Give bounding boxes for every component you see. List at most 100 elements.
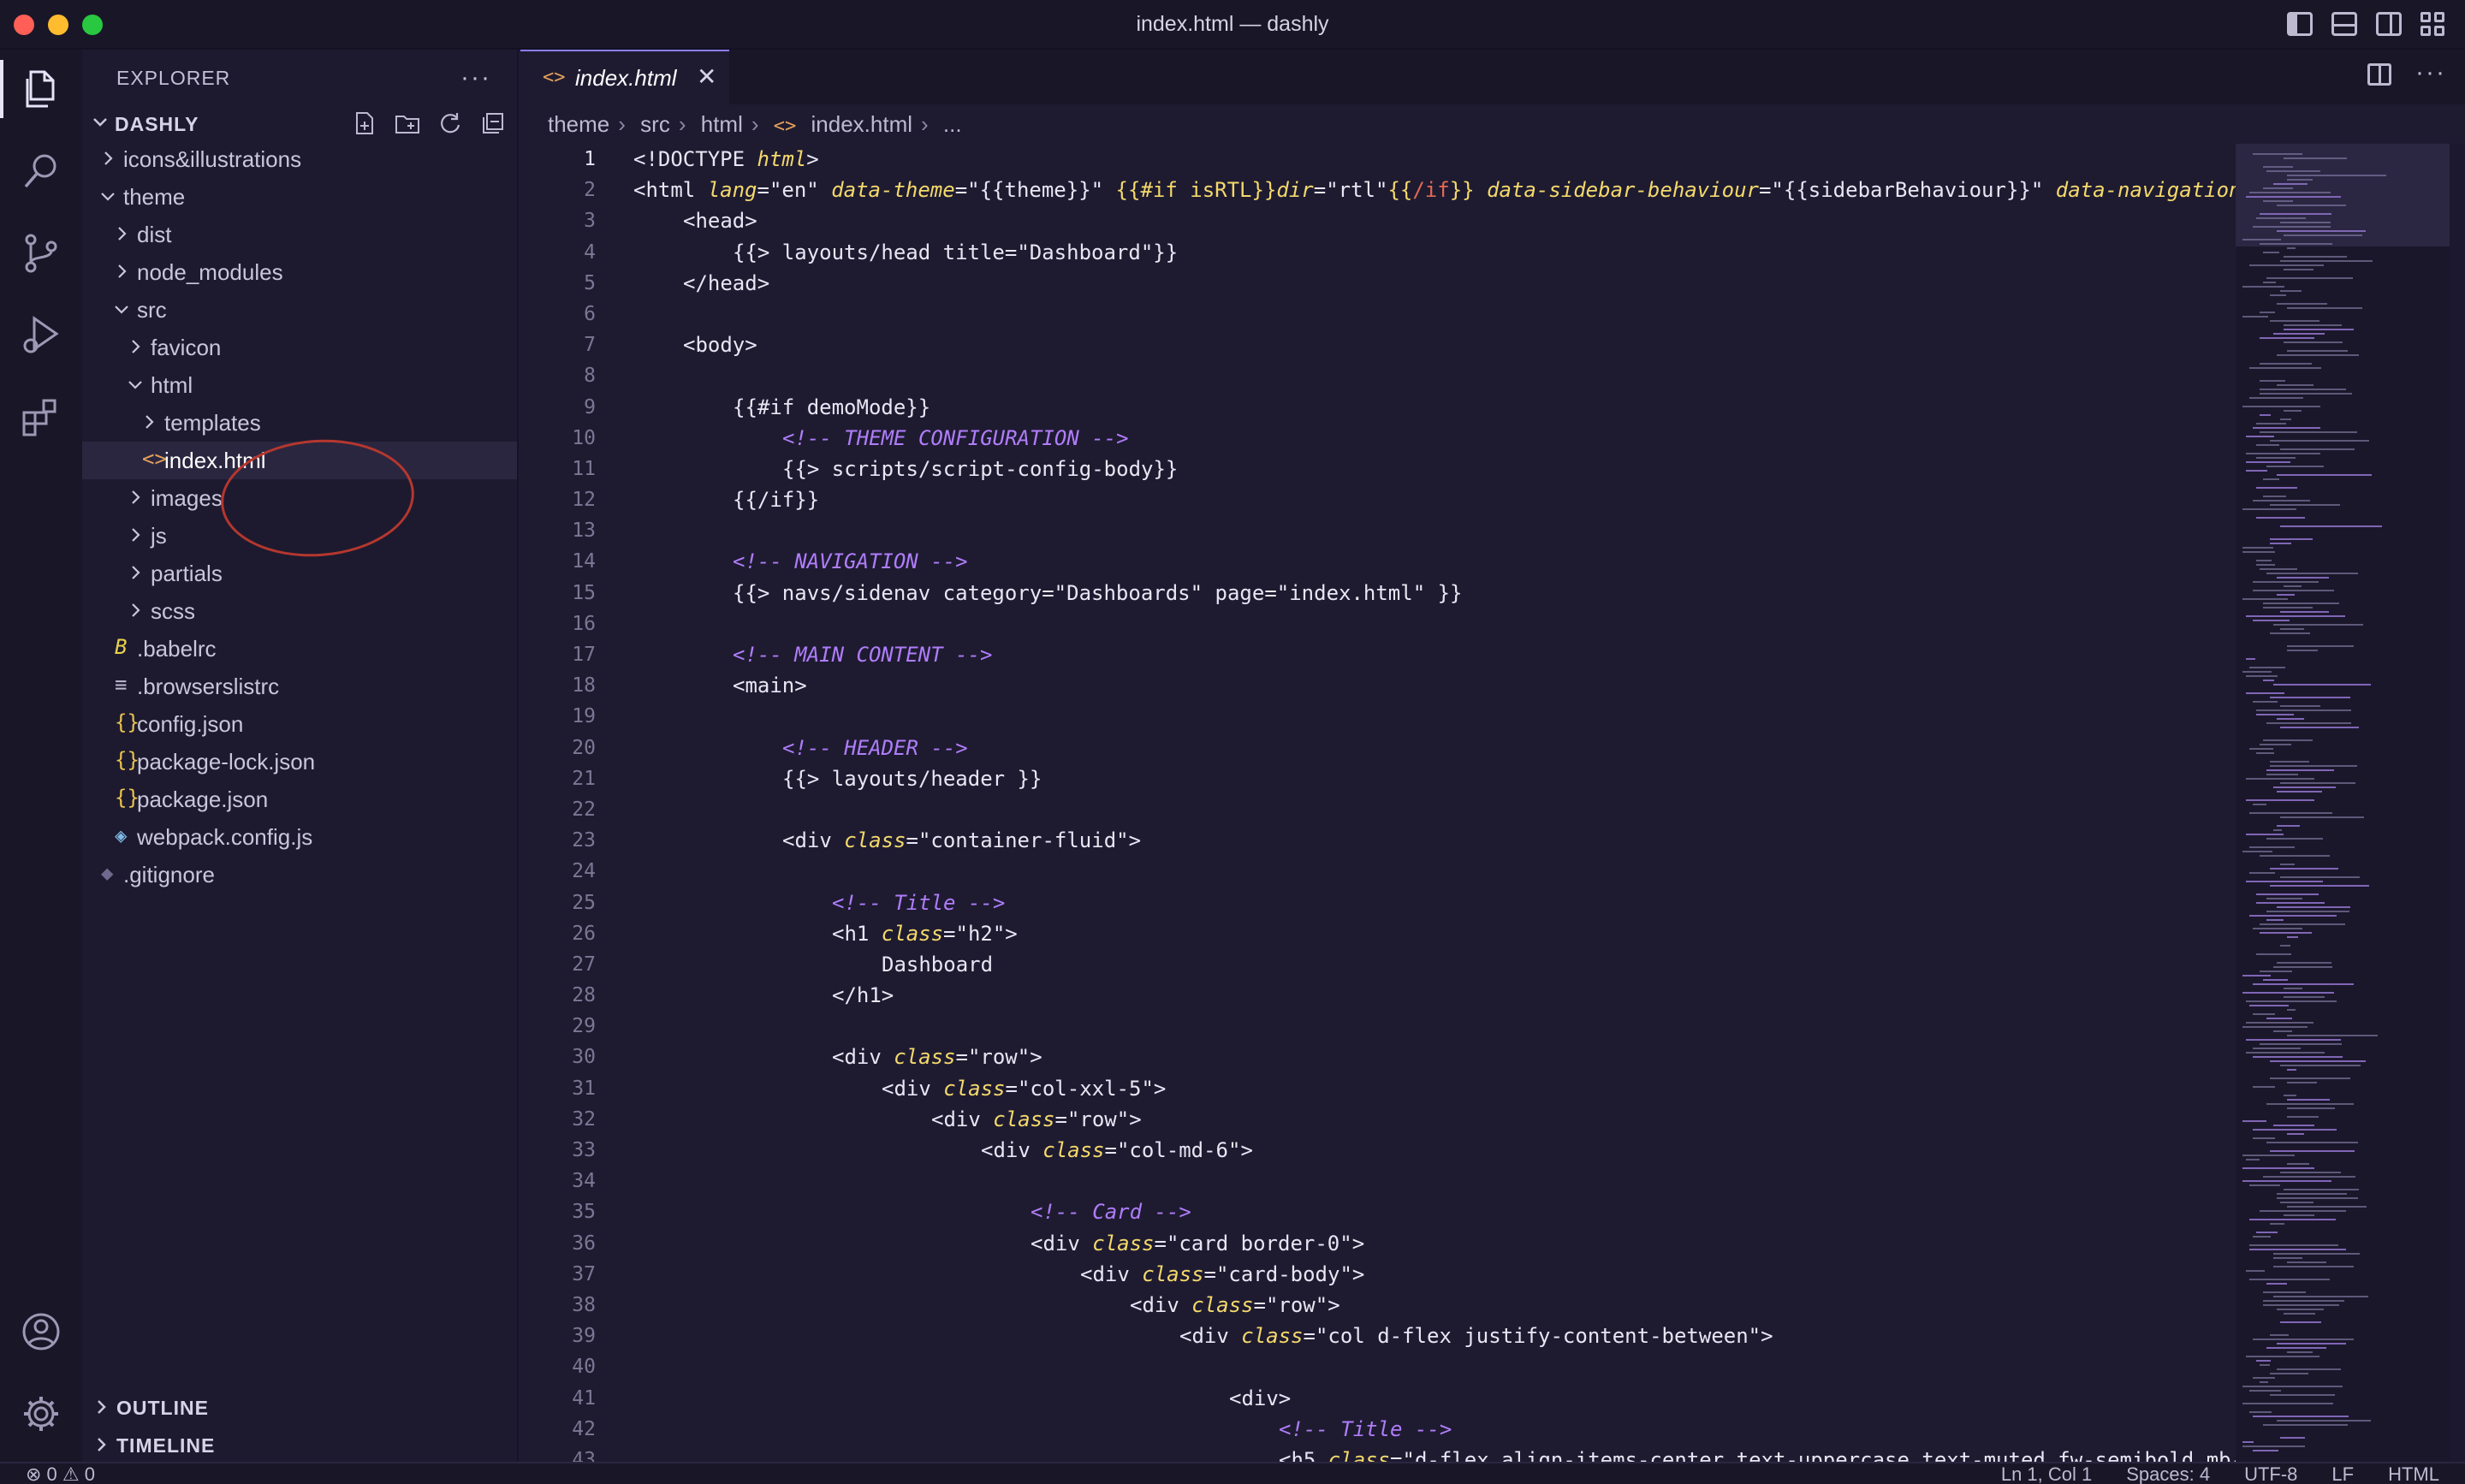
tree-file-item[interactable]: ◆ .gitignore — [82, 856, 517, 893]
code-line[interactable]: <h1 class="h2"> — [633, 918, 2236, 949]
code-line[interactable]: <div class="col-xxl-5"> — [633, 1073, 2236, 1104]
code-line[interactable]: <!-- THEME CONFIGURATION --> — [633, 423, 2236, 454]
tree-folder-item[interactable]: node_modules — [82, 253, 517, 291]
code-line[interactable] — [633, 794, 2236, 825]
code-line[interactable]: {{> layouts/head title="Dashboard"}} — [633, 237, 2236, 268]
tree-file-item[interactable]: {} config.json — [82, 705, 517, 743]
outline-section-header[interactable]: OUTLINE — [82, 1390, 517, 1424]
code-line[interactable]: <!-- NAVIGATION --> — [633, 546, 2236, 577]
code-line[interactable] — [633, 856, 2236, 887]
accounts-icon[interactable] — [19, 1309, 63, 1354]
tree-folder-item[interactable]: icons&illustrations — [82, 140, 517, 178]
tree-folder-item[interactable]: favicon — [82, 329, 517, 366]
workspace-section-header[interactable]: DASHLY — [82, 106, 517, 140]
breadcrumb-theme[interactable]: theme — [548, 111, 609, 137]
code-line[interactable]: {{> navs/sidenav category="Dashboards" p… — [633, 578, 2236, 608]
minimap-slider[interactable] — [2236, 144, 2450, 246]
new-file-icon[interactable] — [351, 110, 378, 137]
cursor-position[interactable]: Ln 1, Col 1 — [2001, 1463, 2092, 1484]
code-line[interactable]: <!-- Title --> — [633, 1414, 2236, 1445]
timeline-section-header[interactable]: TIMELINE — [82, 1428, 517, 1462]
code-line[interactable]: <div class="container-fluid"> — [633, 825, 2236, 856]
code-line[interactable]: <head> — [633, 205, 2236, 236]
explorer-more-actions-button[interactable]: ··· — [460, 63, 491, 92]
toggle-primary-sidebar-icon[interactable] — [2287, 12, 2313, 36]
code-lines[interactable]: <!DOCTYPE html> <html lang="en" data-them… — [633, 144, 2236, 1462]
end-of-line[interactable]: LF — [2331, 1463, 2354, 1484]
code-line[interactable] — [633, 1011, 2236, 1042]
search-icon[interactable] — [19, 149, 63, 193]
code-line[interactable]: <div class="row"> — [633, 1290, 2236, 1321]
tree-folder-item[interactable]: dist — [82, 216, 517, 253]
tree-folder-item[interactable]: html — [82, 366, 517, 404]
tree-file-item[interactable]: ◈ webpack.config.js — [82, 818, 517, 856]
breadcrumb-html[interactable]: html — [701, 111, 743, 137]
language-mode[interactable]: HTML — [2388, 1463, 2439, 1484]
tree-folder-item[interactable]: templates — [82, 404, 517, 442]
code-line[interactable]: <!DOCTYPE html> — [633, 144, 2236, 175]
minimap[interactable] — [2236, 144, 2450, 1462]
indentation-setting[interactable]: Spaces: 4 — [2126, 1463, 2210, 1484]
code-line[interactable] — [633, 1351, 2236, 1382]
code-line[interactable]: {{#if demoMode}} — [633, 392, 2236, 423]
new-folder-icon[interactable] — [394, 110, 421, 137]
code-line[interactable]: <div class="col d-flex justify-content-b… — [633, 1321, 2236, 1351]
code-line[interactable] — [633, 515, 2236, 546]
breadcrumb-file[interactable]: index.html — [811, 111, 913, 137]
breadcrumb-symbols[interactable]: ... — [943, 111, 962, 137]
run-debug-icon[interactable] — [19, 313, 63, 358]
split-editor-icon[interactable] — [2367, 63, 2391, 86]
manage-gear-icon[interactable] — [19, 1392, 63, 1436]
code-line[interactable] — [633, 608, 2236, 639]
tree-folder-item[interactable]: scss — [82, 592, 517, 630]
code-line[interactable]: <!-- MAIN CONTENT --> — [633, 639, 2236, 670]
code-line[interactable]: <h5 class="d-flex align-items-center tex… — [633, 1445, 2236, 1462]
vertical-scrollbar[interactable] — [2450, 144, 2465, 1462]
tree-file-item[interactable]: ≡ .browserslistrc — [82, 668, 517, 705]
collapse-folders-icon[interactable] — [479, 110, 507, 137]
line-number: 9 — [584, 395, 596, 418]
code-line[interactable]: <html lang="en" data-theme="{{theme}}" {… — [633, 175, 2236, 205]
tree-folder-item[interactable]: src — [82, 291, 517, 329]
code-line[interactable]: <!-- HEADER --> — [633, 733, 2236, 763]
code-line[interactable]: <div class="col-md-6"> — [633, 1135, 2236, 1166]
code-line[interactable] — [633, 360, 2236, 391]
code-line[interactable]: </head> — [633, 268, 2236, 299]
code-line[interactable]: </h1> — [633, 980, 2236, 1011]
tree-file-item[interactable]: {} package.json — [82, 781, 517, 818]
tree-folder-item[interactable]: partials — [82, 555, 517, 592]
code-line[interactable]: <main> — [633, 670, 2236, 701]
code-line[interactable]: Dashboard — [633, 949, 2236, 980]
code-line[interactable]: <body> — [633, 329, 2236, 360]
explorer-icon[interactable] — [0, 60, 63, 118]
code-line[interactable]: <div class="card-body"> — [633, 1259, 2236, 1290]
tree-folder-item[interactable]: theme — [82, 178, 517, 216]
close-tab-icon[interactable]: ✕ — [697, 62, 716, 91]
editor-more-actions-button[interactable]: ··· — [2415, 58, 2446, 87]
toggle-secondary-sidebar-icon[interactable] — [2376, 12, 2402, 36]
code-line[interactable]: {{/if}} — [633, 484, 2236, 515]
code-line[interactable]: <!-- Title --> — [633, 887, 2236, 918]
code-line[interactable]: <div class="row"> — [633, 1104, 2236, 1135]
source-control-icon[interactable] — [19, 231, 63, 276]
code-line[interactable] — [633, 299, 2236, 329]
code-line[interactable]: <div class="card border-0"> — [633, 1228, 2236, 1259]
breadcrumb-src[interactable]: src — [640, 111, 670, 137]
customize-layout-icon[interactable] — [2420, 12, 2446, 36]
extensions-icon[interactable] — [19, 395, 63, 440]
problems-indicator[interactable]: ⊗ 0 ⚠ 0 — [26, 1463, 95, 1484]
toggle-panel-icon[interactable] — [2331, 12, 2357, 36]
code-line[interactable] — [633, 1166, 2236, 1196]
code-line[interactable] — [633, 701, 2236, 732]
code-line[interactable]: {{> scripts/script-config-body}} — [633, 454, 2236, 484]
tab-index-html[interactable]: <> index.html ✕ — [520, 50, 729, 104]
file-encoding[interactable]: UTF-8 — [2244, 1463, 2297, 1484]
code-line[interactable]: <!-- Card --> — [633, 1196, 2236, 1227]
code-editor[interactable]: 1 2 3 4 5 6 7 8 9 10 11 12 13 14 15 16 17 18 19 20 21 22 23 24 2… — [520, 144, 2236, 1462]
refresh-explorer-icon[interactable] — [437, 110, 464, 137]
code-line[interactable]: {{> layouts/header }} — [633, 763, 2236, 794]
code-line[interactable]: <div class="row"> — [633, 1042, 2236, 1072]
tree-file-item[interactable]: B .babelrc — [82, 630, 517, 668]
code-line[interactable]: <div> — [633, 1383, 2236, 1414]
tree-file-item[interactable]: {} package-lock.json — [82, 743, 517, 781]
